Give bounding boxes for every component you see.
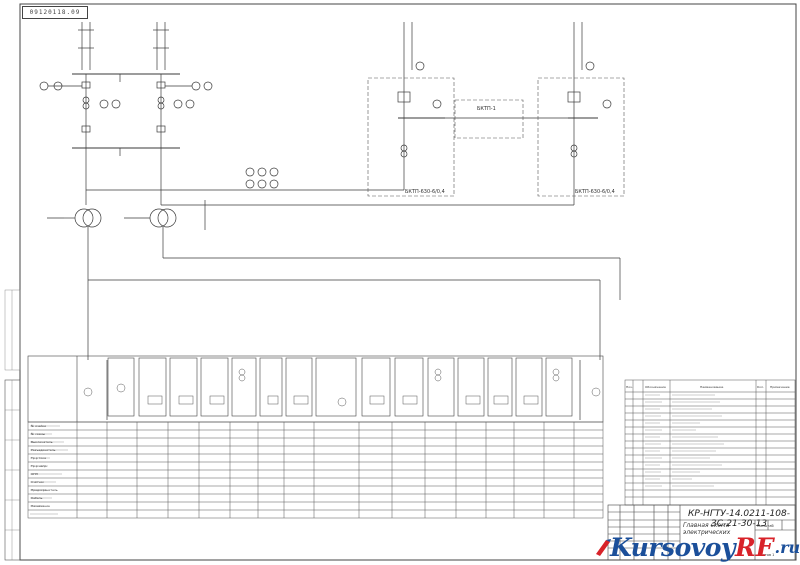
- panel-row-label: Тр-р напр.: [30, 464, 47, 468]
- panel-row-label: Назначение: [31, 504, 50, 508]
- panel-row-label: ОПН: [31, 472, 38, 476]
- panel-row-label: № ячейки: [31, 424, 46, 428]
- spec-header-note: Примечание: [770, 385, 790, 389]
- watermark-suffix: .ru: [774, 537, 800, 557]
- switchgear-panels: [27, 355, 604, 423]
- spec-header-pos: Поз.: [626, 385, 633, 389]
- top-code-stamp: 09120118.09: [22, 6, 88, 19]
- spec-header-qty: Кол.: [757, 385, 764, 389]
- main-wiring: [39, 22, 621, 420]
- panel-data-table: [27, 421, 604, 519]
- spec-header-name: Наименование: [700, 385, 723, 389]
- panel-row-label: Тр-р тока: [30, 456, 46, 460]
- kursovoyrf-watermark: Kursovoy RF .ru: [596, 532, 800, 562]
- kts-mid-label: БКТП-1: [477, 106, 496, 112]
- substation-boxes: [367, 77, 625, 197]
- panel-row-label: Разъединитель: [31, 448, 56, 452]
- watermark-accent: RF: [735, 532, 774, 562]
- panel-row-label: Счётчик: [31, 480, 44, 484]
- watermark-main: Kursovoy: [610, 532, 736, 562]
- sheet-frame: [19, 3, 797, 561]
- kts-right-label: БКТП-630-6/0,4: [575, 189, 615, 195]
- panel-row-label: № схемы: [31, 432, 46, 436]
- panel-row-label: Предохранитель: [31, 488, 58, 492]
- pen-logo-icon: [596, 539, 611, 556]
- panel-row-label: Кабель: [31, 496, 43, 500]
- kts-left-label: БКТП-630-6/0,4: [405, 189, 445, 195]
- electrical-schematic-sheet: БКТП-630-6/0,4 БКТП-630-6/0,4 БКТП-1 Поз…: [4, 3, 797, 561]
- panel-row-label: Выключатель: [31, 440, 53, 444]
- spec-header-designation: Обозначение: [645, 385, 666, 389]
